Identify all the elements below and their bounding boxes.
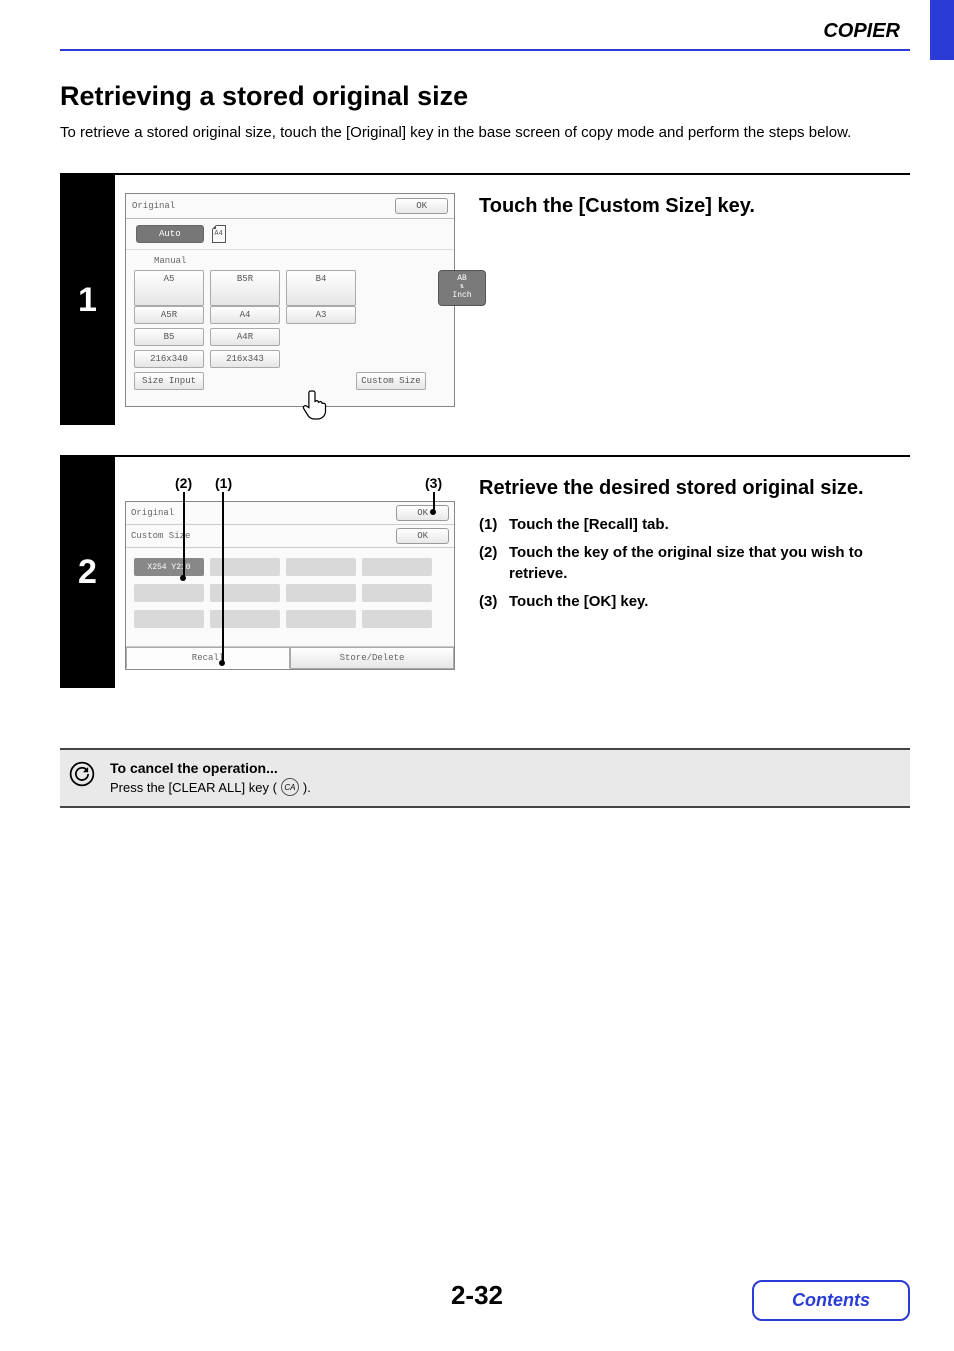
stored-size-slot[interactable] — [286, 610, 356, 628]
auto-button[interactable]: Auto — [136, 225, 204, 243]
callout-dot-3 — [430, 509, 436, 515]
stored-size-slot[interactable] — [362, 584, 432, 602]
size-216x340[interactable]: 216x340 — [134, 350, 204, 368]
cancel-title: To cancel the operation... — [110, 760, 896, 776]
header-rule — [60, 49, 910, 51]
substep-1-num: (1) — [479, 515, 509, 535]
size-a5r[interactable]: A5R — [134, 306, 204, 324]
size-input-button[interactable]: Size Input — [134, 372, 204, 390]
manual-label: Manual — [126, 250, 454, 270]
edge-tab — [930, 0, 954, 60]
stored-size-slot[interactable] — [210, 584, 280, 602]
step-number-1: 1 — [60, 175, 115, 425]
substep-2-num: (2) — [479, 543, 509, 584]
step2-heading: Retrieve the desired stored original siz… — [479, 475, 910, 501]
size-a3[interactable]: A3 — [286, 306, 356, 324]
stored-size-slot[interactable] — [286, 584, 356, 602]
stored-size-slot[interactable] — [210, 558, 280, 576]
original-panel: Original OK Auto A4 Manual A5 B5R B4 — [125, 193, 455, 407]
size-a5[interactable]: A5 — [134, 270, 204, 306]
stored-size-slot[interactable] — [134, 610, 204, 628]
callout-line-2 — [183, 492, 185, 578]
custom-size-panel: Original OK Custom Size OK X254 Y210 — [125, 501, 455, 670]
unit-inch: Inch — [452, 292, 471, 301]
page-icon: A4 — [212, 225, 226, 243]
step1-heading: Touch the [Custom Size] key. — [479, 193, 910, 219]
custom-size-button[interactable]: Custom Size — [356, 372, 426, 390]
ok-button-inner[interactable]: OK — [396, 528, 449, 544]
stored-size-slot[interactable] — [134, 584, 204, 602]
callout-line-1 — [222, 492, 224, 662]
tab-store-delete[interactable]: Store/Delete — [290, 647, 454, 669]
substep-3-num: (3) — [479, 592, 509, 612]
substep-2-text: Touch the key of the original size that … — [509, 543, 910, 584]
stored-size-slot[interactable] — [210, 610, 280, 628]
stored-size-slot[interactable] — [362, 610, 432, 628]
callout-1: (1) — [215, 475, 232, 491]
callout-dot-2 — [180, 575, 186, 581]
size-a4[interactable]: A4 — [210, 306, 280, 324]
size-b5[interactable]: B5 — [134, 328, 204, 346]
size-216x343[interactable]: 216x343 — [210, 350, 280, 368]
step-2: 2 (1) (2) (3) Original OK — [60, 455, 910, 688]
stored-size-slot[interactable] — [362, 558, 432, 576]
cancel-body-pre: Press the [CLEAR ALL] key ( — [110, 780, 277, 795]
touch-hand-icon — [301, 389, 329, 421]
panel-title-label: Original — [132, 201, 175, 211]
stored-size-slot[interactable] — [286, 558, 356, 576]
panel2-title: Original — [131, 508, 174, 518]
section-header: COPIER — [60, 20, 910, 43]
step-number-2: 2 — [60, 457, 115, 688]
callout-dot-1 — [219, 660, 225, 666]
clear-all-key-icon: CA — [281, 778, 299, 796]
size-b5r[interactable]: B5R — [210, 270, 280, 306]
size-b4[interactable]: B4 — [286, 270, 356, 306]
step-1: 1 Original OK Auto A4 Manual A5 — [60, 173, 910, 425]
intro-text: To retrieve a stored original size, touc… — [60, 122, 910, 143]
callout-3: (3) — [425, 475, 442, 491]
substep-3-text: Touch the [OK] key. — [509, 592, 910, 612]
stored-size-1[interactable]: X254 Y210 — [134, 558, 204, 576]
cancel-body-post: ). — [303, 780, 311, 795]
tab-recall[interactable]: Recall — [126, 647, 290, 669]
page-title: Retrieving a stored original size — [60, 81, 910, 112]
ok-button[interactable]: OK — [395, 198, 448, 214]
ok-button-outer[interactable]: OK — [396, 505, 449, 521]
substep-1-text: Touch the [Recall] tab. — [509, 515, 910, 535]
unit-toggle[interactable]: AB ⇅ Inch — [438, 270, 486, 306]
callout-2: (2) — [175, 475, 192, 491]
cancel-note: To cancel the operation... Press the [CL… — [60, 748, 910, 808]
undo-icon — [68, 760, 96, 788]
panel2-subtitle: Custom Size — [131, 531, 190, 541]
size-a4r[interactable]: A4R — [210, 328, 280, 346]
contents-link[interactable]: Contents — [752, 1280, 910, 1321]
